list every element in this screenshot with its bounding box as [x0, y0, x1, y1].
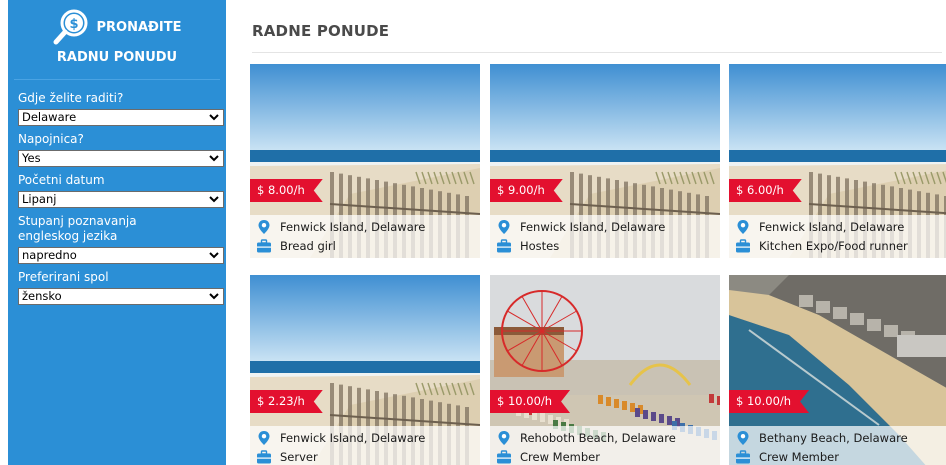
map-pin-icon [737, 430, 749, 445]
job-info: Rehoboth Beach, Delaware Crew Member [490, 426, 720, 465]
chevron-down-icon [209, 196, 219, 203]
job-position: Kitchen Expo/Food runner [735, 236, 946, 255]
english-level-select-value: napredno [22, 248, 77, 262]
job-position: Hostes [496, 236, 720, 255]
filter-location-label: Gdje želite raditi? [18, 91, 124, 105]
job-position-text: Hostes [520, 238, 560, 253]
filters-form: Gdje želite raditi? Delaware Napojnica? … [8, 80, 226, 305]
filter-sidebar: $ PRONAĐITE RADNU PONUDU Gdje želite rad… [8, 0, 226, 465]
job-position-text: Crew Member [520, 449, 600, 464]
brand-title: PRONAĐITE [96, 19, 182, 35]
job-location-text: Fenwick Island, Delaware [520, 219, 666, 234]
filter-tips: Napojnica? Yes [18, 132, 224, 167]
filter-location: Gdje želite raditi? Delaware [18, 91, 224, 126]
job-info: Fenwick Island, Delaware Bread girl [250, 215, 480, 258]
job-position-text: Kitchen Expo/Food runner [759, 238, 908, 253]
filter-english-level-label: Stupanj poznavanja engleskog jezika [18, 214, 137, 243]
job-listings: RADNE PONUDE $ 8.00/h Fenwick Island, De… [248, 0, 946, 465]
job-position-text: Server [280, 449, 318, 464]
job-position-text: Crew Member [759, 449, 839, 464]
price-value: $ 9.00/h [497, 183, 545, 197]
briefcase-icon [257, 449, 271, 463]
job-location: Fenwick Island, Delaware [256, 428, 480, 447]
job-location-text: Fenwick Island, Delaware [280, 430, 426, 445]
map-pin-icon [498, 219, 510, 234]
filter-english-level: Stupanj poznavanja engleskog jezika napr… [18, 214, 224, 264]
briefcase-icon [497, 238, 511, 252]
brand-subtitle: RADNU PONUDU [56, 50, 178, 65]
page-title: RADNE PONUDE [252, 22, 390, 40]
map-pin-icon [258, 219, 270, 234]
job-position: Crew Member [735, 447, 946, 465]
price-tag: $ 9.00/h [490, 179, 563, 202]
briefcase-icon [736, 449, 750, 463]
price-tag: $ 8.00/h [250, 179, 323, 202]
start-date-select-value: Lipanj [22, 192, 57, 206]
brand-header: $ PRONAĐITE RADNU PONUDU [14, 0, 220, 80]
job-location: Fenwick Island, Delaware [735, 217, 946, 236]
job-card-2[interactable]: $ 9.00/h Fenwick Island, Delaware Hostes [490, 64, 720, 258]
job-location: Fenwick Island, Delaware [496, 217, 720, 236]
job-card-3[interactable]: $ 6.00/h Fenwick Island, Delaware Kitche… [729, 64, 946, 258]
briefcase-icon [497, 449, 511, 463]
filter-start-date: Početni datum Lipanj [18, 173, 224, 208]
gender-select[interactable]: žensko [18, 288, 224, 305]
title-divider [252, 52, 942, 53]
job-location-text: Rehoboth Beach, Delaware [520, 430, 676, 445]
chevron-down-icon [209, 155, 219, 162]
filter-gender-label: Preferirani spol [18, 270, 109, 284]
chevron-down-icon [209, 293, 219, 300]
job-location: Bethany Beach, Delaware [735, 428, 946, 447]
job-location-text: Bethany Beach, Delaware [759, 430, 908, 445]
job-info: Bethany Beach, Delaware Crew Member [729, 426, 946, 465]
filter-start-date-label: Početni datum [18, 173, 105, 187]
svg-text:$: $ [70, 17, 79, 32]
job-position: Bread girl [256, 236, 480, 255]
search-dollar-icon: $ [52, 8, 92, 46]
filter-gender: Preferirani spol žensko [18, 270, 224, 305]
price-value: $ 10.00/h [736, 394, 792, 408]
map-pin-icon [258, 430, 270, 445]
job-card-6[interactable]: $ 10.00/h Bethany Beach, Delaware Crew M… [729, 275, 946, 465]
map-pin-icon [498, 430, 510, 445]
tips-select-value: Yes [22, 151, 41, 165]
location-select[interactable]: Delaware [18, 109, 224, 126]
price-value: $ 6.00/h [736, 183, 784, 197]
briefcase-icon [736, 238, 750, 252]
job-card-5[interactable]: $ 10.00/h Rehoboth Beach, Delaware Crew … [490, 275, 720, 465]
map-pin-icon [737, 219, 749, 234]
price-tag: $ 2.23/h [250, 390, 323, 413]
job-info: Fenwick Island, Delaware Kitchen Expo/Fo… [729, 215, 946, 258]
chevron-down-icon [209, 252, 219, 259]
tips-select[interactable]: Yes [18, 150, 224, 167]
job-position: Server [256, 447, 480, 465]
price-tag: $ 10.00/h [490, 390, 570, 413]
briefcase-icon [257, 238, 271, 252]
location-select-value: Delaware [22, 110, 77, 124]
job-position: Crew Member [496, 447, 720, 465]
job-position-text: Bread girl [280, 238, 336, 253]
job-card-4[interactable]: $ 2.23/h Fenwick Island, Delaware Server [250, 275, 480, 465]
job-location-text: Fenwick Island, Delaware [759, 219, 905, 234]
price-value: $ 10.00/h [497, 394, 553, 408]
english-level-select[interactable]: napredno [18, 247, 224, 264]
price-tag: $ 6.00/h [729, 179, 802, 202]
price-value: $ 2.23/h [257, 394, 305, 408]
price-tag: $ 10.00/h [729, 390, 809, 413]
job-info: Fenwick Island, Delaware Server [250, 426, 480, 465]
job-location: Rehoboth Beach, Delaware [496, 428, 720, 447]
job-info: Fenwick Island, Delaware Hostes [490, 215, 720, 258]
start-date-select[interactable]: Lipanj [18, 191, 224, 208]
price-value: $ 8.00/h [257, 183, 305, 197]
filter-tips-label: Napojnica? [18, 132, 84, 146]
job-location: Fenwick Island, Delaware [256, 217, 480, 236]
job-location-text: Fenwick Island, Delaware [280, 219, 426, 234]
job-card-1[interactable]: $ 8.00/h Fenwick Island, Delaware Bread … [250, 64, 480, 258]
gender-select-value: žensko [22, 289, 62, 303]
chevron-down-icon [209, 114, 219, 121]
